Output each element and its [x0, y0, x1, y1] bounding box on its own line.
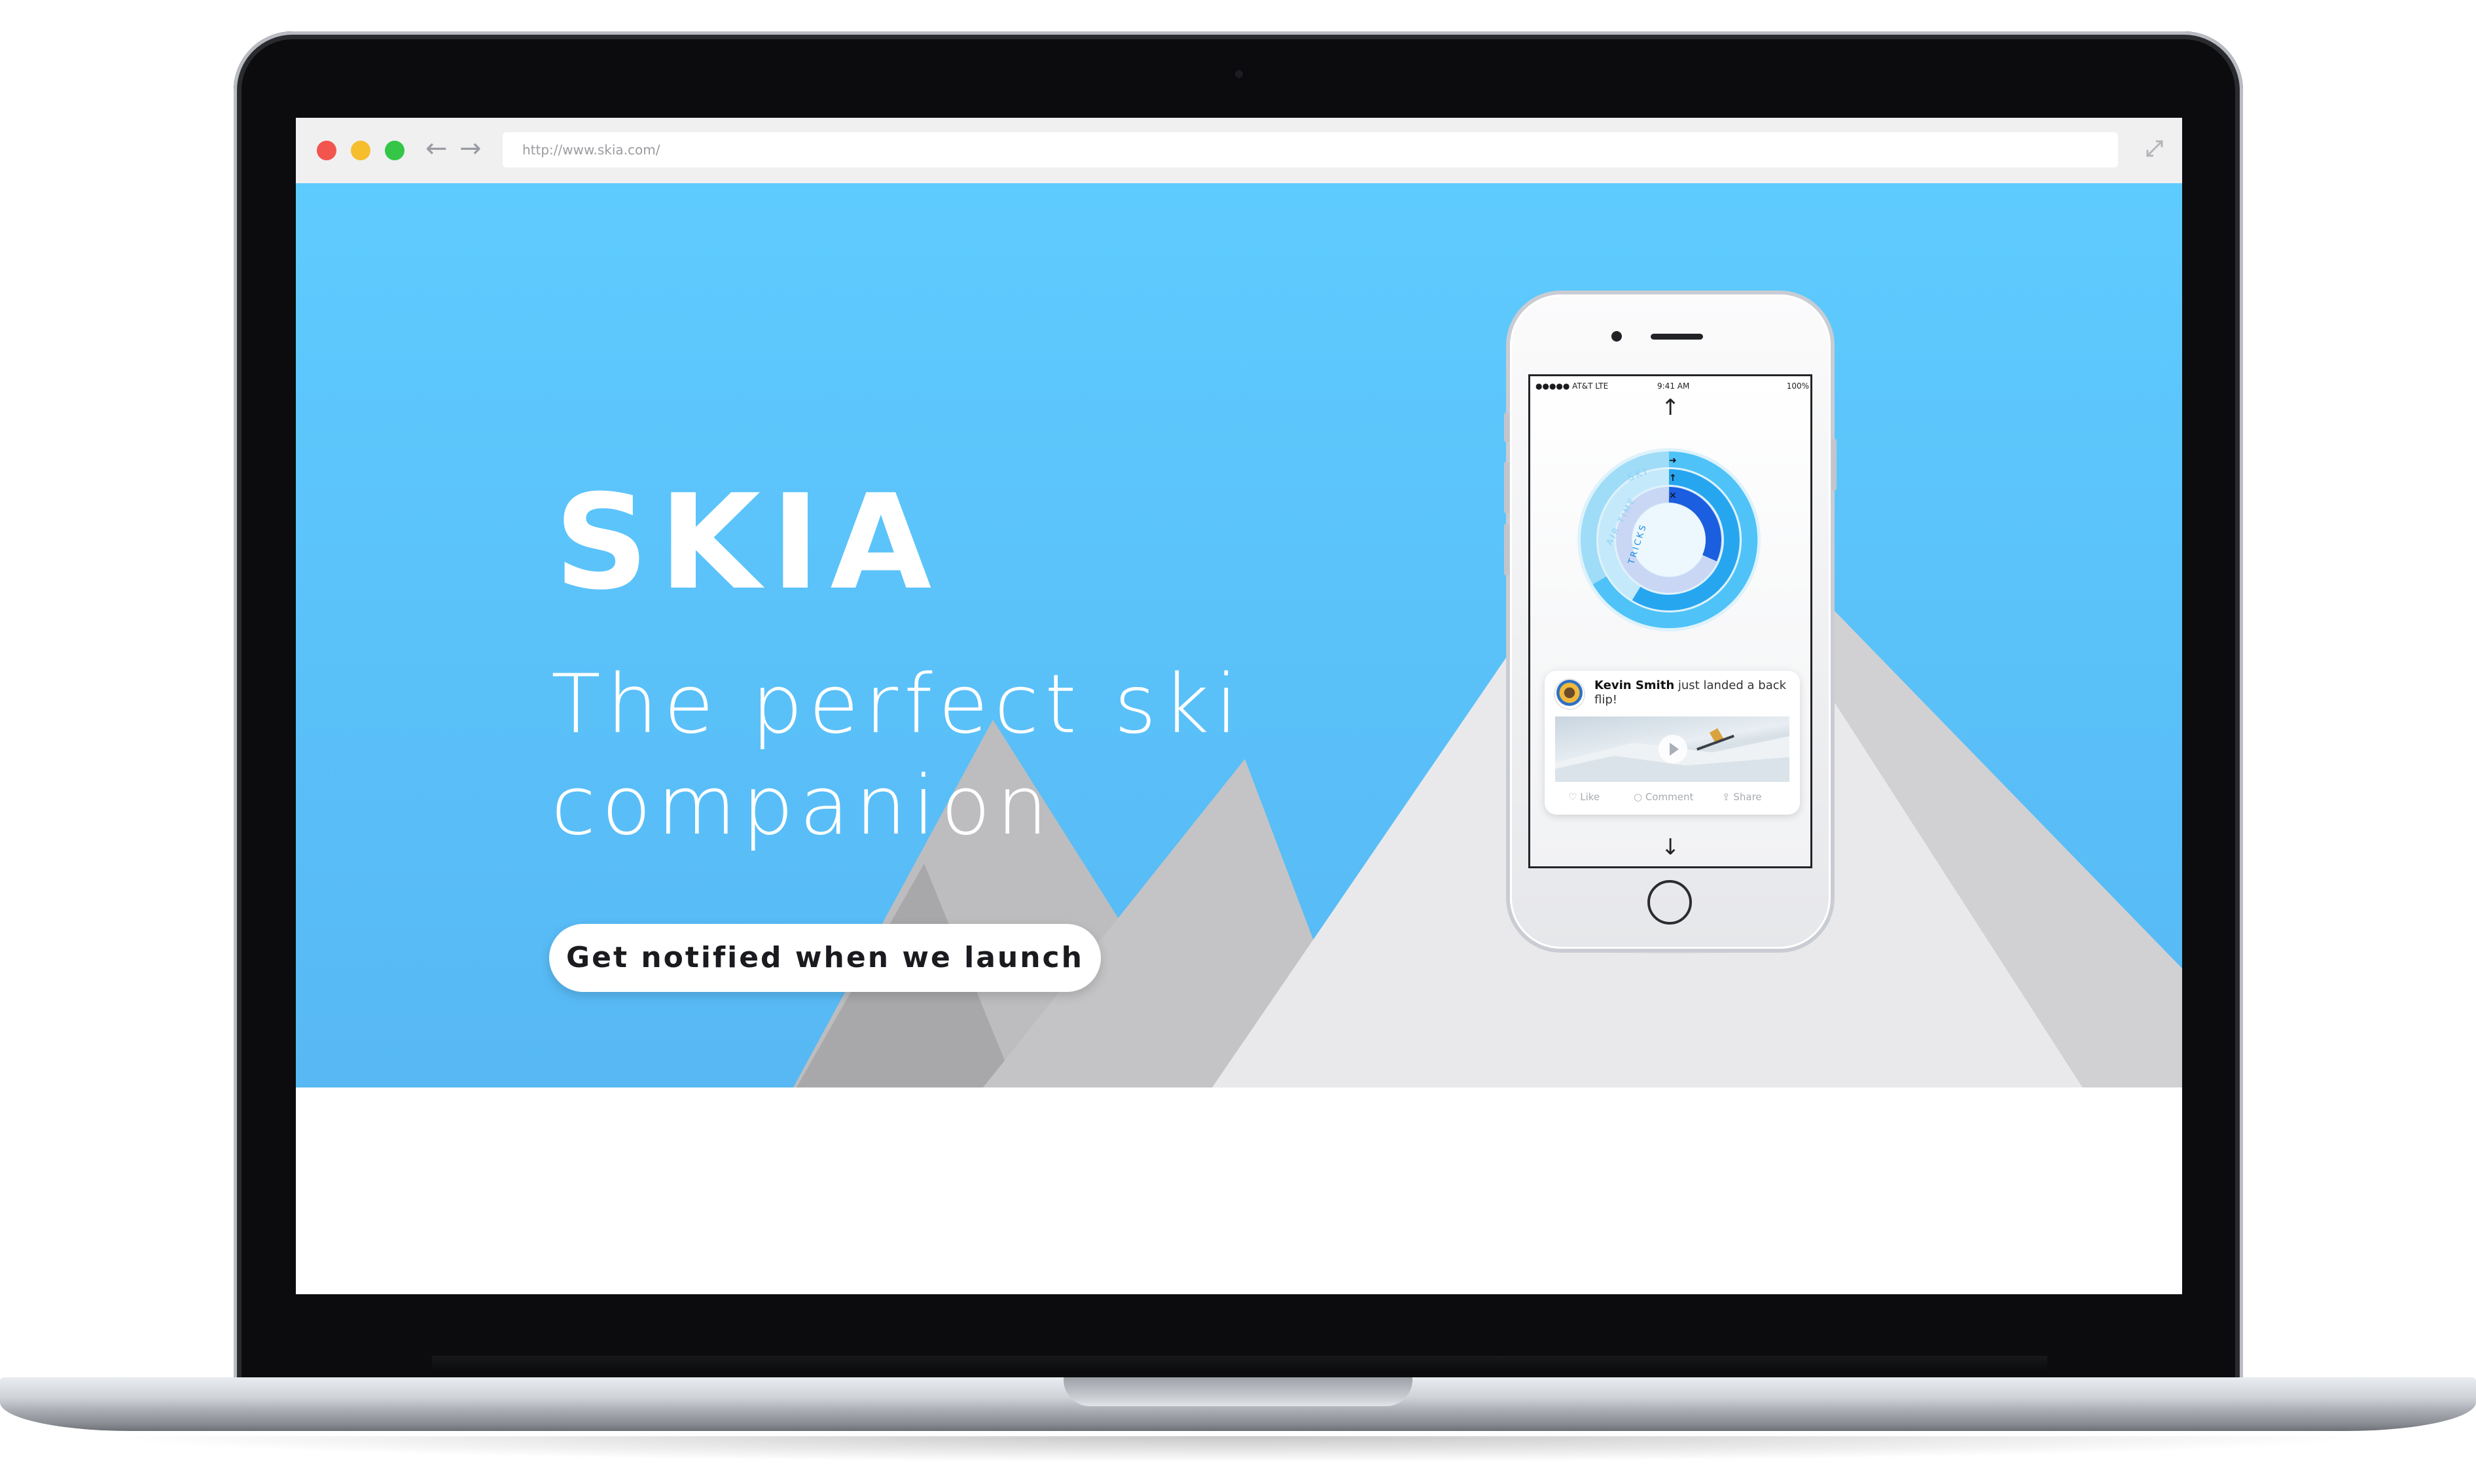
minimize-window-button[interactable]: [351, 141, 370, 160]
tagline-line-1: The perfect ski: [551, 658, 1244, 752]
play-button[interactable]: [1659, 735, 1687, 764]
forward-arrow-icon[interactable]: →: [459, 132, 482, 165]
close-window-button[interactable]: [317, 141, 336, 160]
activity-rings: ➜ ↑ ✕ SKI AIR TIME TRICKS: [1577, 448, 1761, 631]
power-button: [1831, 438, 1837, 491]
arrow-down-icon[interactable]: ↓: [1661, 834, 1680, 860]
notification-text: Kevin Smith just landed a back flip!: [1594, 679, 1791, 707]
page-below-fold: [296, 1087, 2182, 1294]
battery-label: 100%: [1786, 381, 1809, 391]
video-thumbnail[interactable]: [1555, 716, 1789, 782]
back-arrow-icon[interactable]: ←: [425, 132, 448, 165]
tagline-line-2: companion: [551, 759, 1054, 853]
comment-action[interactable]: ○ Comment: [1634, 791, 1693, 803]
browser-toolbar: ← → http://www.skia.com/: [296, 118, 2182, 185]
arrow-up-icon[interactable]: ↑: [1661, 395, 1680, 421]
fullscreen-icon[interactable]: [2138, 132, 2171, 165]
laptop-notch: [1064, 1377, 1412, 1406]
notification-card[interactable]: Kevin Smith just landed a back flip! ♡ L…: [1545, 671, 1800, 815]
like-action[interactable]: ♡ Like: [1568, 791, 1600, 803]
heart-icon: ♡: [1568, 791, 1577, 803]
play-icon: [1670, 743, 1679, 756]
status-time: 9:41 AM: [1657, 381, 1690, 391]
notification-name: Kevin Smith: [1594, 679, 1675, 692]
url-text: http://www.skia.com/: [522, 142, 660, 158]
card-actions: ♡ Like ○ Comment ⇪ Share: [1555, 788, 1789, 808]
avatar: [1555, 680, 1584, 709]
volume-down-button: [1504, 523, 1509, 576]
home-button: [1647, 880, 1692, 925]
get-notified-button[interactable]: Get notified when we launch: [549, 924, 1101, 992]
comment-icon: ○: [1634, 791, 1643, 803]
comment-label: Comment: [1645, 791, 1694, 803]
volume-up-button: [1504, 461, 1509, 514]
laptop-hinge: [432, 1356, 2047, 1373]
svg-text:➜: ➜: [1669, 455, 1677, 466]
mute-switch: [1504, 412, 1509, 442]
status-bar: ●●●●● AT&T LTE 9:41 AM 100%: [1535, 378, 1809, 394]
carrier-label: ●●●●● AT&T LTE: [1535, 381, 1609, 391]
logo-wordmark: SKIA: [554, 467, 942, 619]
earpiece-speaker: [1651, 334, 1703, 340]
hero-tagline: The perfect ski companion: [551, 654, 1337, 857]
share-icon: ⇪: [1722, 791, 1731, 803]
share-label: Share: [1733, 791, 1762, 803]
phone-screen: ●●●●● AT&T LTE 9:41 AM 100% ↑ ➜ ↑ ✕ SKI …: [1528, 374, 1812, 868]
laptop-shadow: [92, 1436, 2382, 1462]
address-bar[interactable]: http://www.skia.com/: [503, 132, 2118, 168]
front-camera: [1611, 331, 1622, 342]
svg-text:✕: ✕: [1669, 491, 1677, 501]
like-label: Like: [1580, 791, 1600, 803]
laptop-camera: [1232, 67, 1246, 80]
svg-text:↑: ↑: [1669, 473, 1677, 484]
zoom-window-button[interactable]: [385, 141, 404, 160]
phone-mockup: ●●●●● AT&T LTE 9:41 AM 100% ↑ ➜ ↑ ✕ SKI …: [1504, 294, 1837, 949]
browser-window: ← → http://www.skia.com/ SKIA The perfec…: [296, 118, 2182, 1294]
share-action[interactable]: ⇪ Share: [1722, 791, 1762, 803]
